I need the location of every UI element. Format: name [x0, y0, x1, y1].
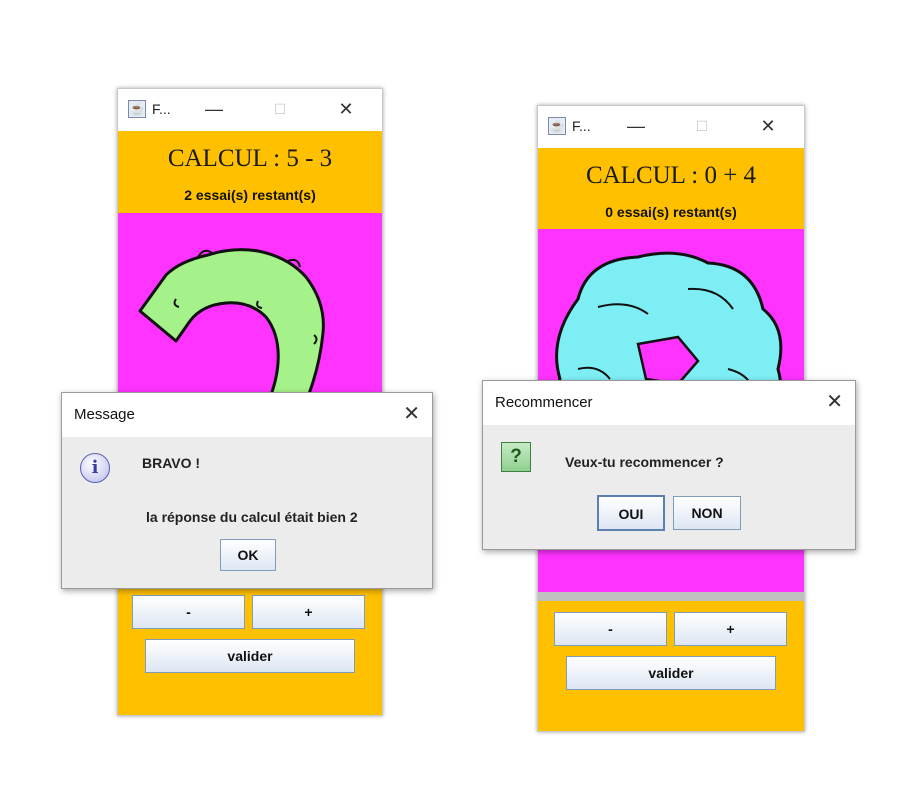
validate-button[interactable]: valider	[566, 656, 776, 690]
close-icon[interactable]: ✕	[826, 390, 843, 414]
info-icon: i	[80, 453, 110, 483]
java-app-icon: ☕	[548, 117, 566, 135]
yes-button[interactable]: OUI	[597, 495, 665, 531]
java-app-icon: ☕	[128, 100, 146, 118]
message-dialog-title: Message	[74, 406, 135, 423]
left-window-title: F...	[152, 101, 171, 117]
ok-button[interactable]: OK	[220, 539, 276, 571]
dialog-question: Veux-tu recommencer ?	[565, 454, 724, 470]
minus-button[interactable]: -	[132, 595, 245, 629]
message-dialog-titlebar[interactable]: Message ✕	[62, 393, 432, 437]
message-dialog: Message ✕ i BRAVO ! la réponse du calcul…	[61, 392, 433, 589]
minus-button[interactable]: -	[554, 612, 667, 646]
minimize-button[interactable]: —	[200, 96, 228, 122]
question-icon: ?	[501, 442, 531, 472]
restart-dialog-titlebar[interactable]: Recommencer ✕	[483, 381, 855, 425]
calc-label: CALCUL : 0 + 4	[585, 162, 757, 189]
maximize-button: ☐	[695, 118, 709, 134]
divider-strip	[538, 592, 804, 601]
plus-button[interactable]: +	[674, 612, 787, 646]
maximize-button: ☐	[273, 101, 287, 117]
validate-button[interactable]: valider	[145, 639, 355, 673]
tries-remaining: 2 essai(s) restant(s)	[184, 187, 316, 203]
right-window-title: F...	[572, 118, 591, 134]
tries-remaining: 0 essai(s) restant(s)	[605, 204, 737, 220]
restart-dialog-title: Recommencer	[495, 394, 593, 411]
minimize-button[interactable]: —	[622, 113, 650, 139]
calc-label: CALCUL : 5 - 3	[167, 145, 333, 172]
right-window-titlebar[interactable]: ☕ F... — ☐ ✕	[538, 106, 804, 148]
close-button[interactable]: ✕	[332, 96, 360, 122]
close-icon[interactable]: ✕	[403, 402, 420, 426]
plus-button[interactable]: +	[252, 595, 365, 629]
no-button[interactable]: NON	[673, 496, 741, 530]
left-window-titlebar[interactable]: ☕ F... — ☐ ✕	[118, 89, 382, 131]
restart-dialog: Recommencer ✕ ? Veux-tu recommencer ? OU…	[482, 380, 856, 550]
close-button[interactable]: ✕	[754, 113, 782, 139]
dialog-headline: BRAVO !	[142, 455, 201, 471]
dialog-detail: la réponse du calcul était bien 2	[146, 509, 358, 525]
